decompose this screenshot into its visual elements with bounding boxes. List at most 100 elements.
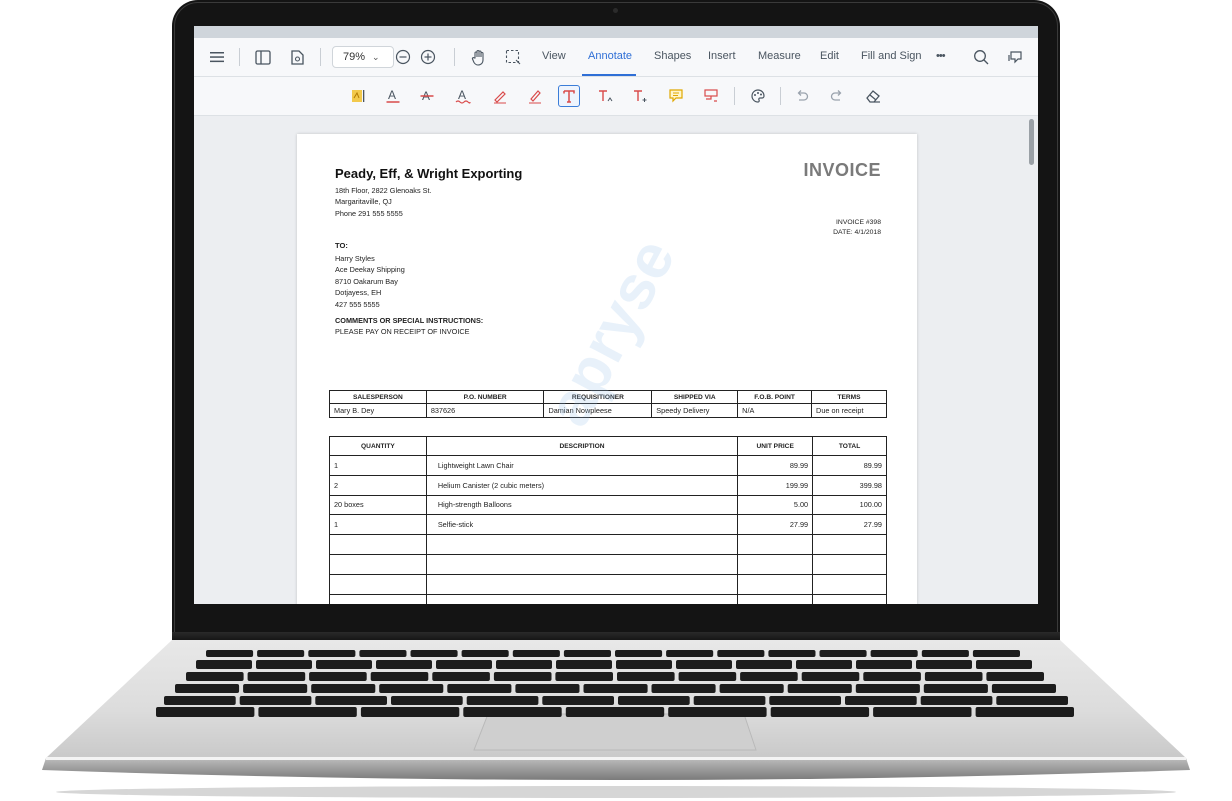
eraser-icon[interactable] [862,85,884,107]
column-header: SALESPERSON [329,390,427,404]
zoom-out-icon[interactable] [392,46,414,68]
table-cell [737,534,814,555]
keyboard-key [164,696,236,705]
invoice-date: DATE: 4/1/2018 [833,229,881,237]
table-row [329,553,887,575]
freehand-pen-icon[interactable] [489,85,511,107]
table-cell: Lightweight Lawn Chair [425,455,739,476]
strikeout-text-icon[interactable]: A [416,85,438,107]
more-options-icon[interactable]: ••• [936,50,946,62]
callout-icon[interactable] [700,85,722,107]
left-panel-icon[interactable] [252,46,274,68]
zoom-in-icon[interactable] [417,46,439,68]
table-cell: Due on receipt [811,403,887,418]
keyboard-key [736,660,792,669]
style-palette-icon[interactable] [747,85,769,107]
table-cell: 100.00 [812,494,887,516]
recipient-line: Dotjayess, EH [335,288,382,298]
insert-text-icon[interactable] [594,85,616,107]
column-header: REQUISITIONER [543,390,653,404]
marquee-select-icon[interactable] [502,46,524,68]
vertical-scrollbar[interactable] [1029,119,1034,165]
tab-view[interactable]: View [542,50,566,62]
invoice-number: INVOICE #398 [836,219,881,226]
keyboard-key [870,650,918,657]
search-icon[interactable] [970,46,992,68]
tab-annotate[interactable]: Annotate [588,50,632,62]
keyboard-key [239,696,312,705]
recipient-line: Harry Styles [335,254,375,263]
company-address: 18th Floor, 2822 Glenoaks St. Margaritav… [335,185,432,219]
main-toolbar: 79% ⌄ View Annotate Shapes Insert Measur… [194,38,1038,77]
table-cell: 27.99 [812,514,887,536]
keyboard-key [493,672,552,681]
tab-shapes[interactable]: Shapes [654,50,691,62]
keyboard-key [991,684,1056,693]
sticky-note-icon[interactable] [347,85,369,107]
keyboard-key [461,650,509,657]
replace-text-icon[interactable] [629,85,651,107]
table-cell: Selfie-stick [425,514,739,536]
keyboard-key [196,660,252,669]
redo-icon[interactable] [826,85,848,107]
keyboard-key [916,660,972,669]
keyboard-key [542,696,614,705]
table-cell: 20 boxes [329,494,427,516]
table-row: 1 Lightweight Lawn Chair 89.99 89.99 [329,455,887,476]
document-view-icon[interactable] [286,46,308,68]
table-cell: 89.99 [812,455,887,476]
table-cell: 2 [329,474,427,496]
tab-insert[interactable]: Insert [708,50,736,62]
table-cell: 1 [329,455,427,476]
table-cell: Damian Nowpleese [543,403,653,418]
table-cell [329,593,427,604]
keyboard-key [976,660,1032,669]
table-cell [329,573,427,595]
table-cell [812,534,887,555]
webcam [613,8,618,13]
undo-icon[interactable] [791,85,813,107]
annotation-toolbar: A A A [194,77,1038,116]
keyboard-key [512,650,560,657]
keyboard-key [924,672,983,681]
highlighter-icon[interactable] [524,85,546,107]
hamburger-menu-icon[interactable] [206,46,228,68]
keyboard-key [391,696,463,705]
keyboard-key [678,672,737,681]
recipient-line: 427 555 5555 [335,299,380,309]
keyboard-key [770,707,870,717]
line-items-body: 1 Lightweight Lawn Chair 89.99 89.99 2 Helium… [329,455,887,604]
tab-fill-and-sign[interactable]: Fill and Sign [861,50,922,62]
keyboard-key [819,650,867,657]
tab-edit[interactable]: Edit [820,50,839,62]
pan-hand-icon[interactable] [468,46,490,68]
keyboard-key [769,696,841,705]
column-header: TOTAL [812,436,887,456]
zoom-dropdown[interactable]: 79% ⌄ [332,46,394,68]
squiggly-text-icon[interactable]: A [452,85,474,107]
keyboard-key [359,650,407,657]
keyboard-deck-illustration [42,640,1190,798]
table-cell [329,534,427,555]
keyboard-key [186,672,244,681]
underline-text-icon[interactable]: A [382,85,404,107]
column-header: TERMS [811,390,887,404]
keyboard-key [668,707,767,717]
keyboard-key [693,696,766,705]
free-text-icon[interactable] [558,85,580,107]
column-header: P.O. NUMBER [425,390,545,404]
address-line: 18th Floor, 2822 Glenoaks St. [335,186,432,195]
keyboard-key [555,672,613,681]
chevron-down-icon: ⌄ [372,51,380,62]
toolbar-divider [780,87,781,105]
table-cell [812,593,887,604]
keyboard-key [175,684,240,693]
comments-panel-icon[interactable] [1004,46,1026,68]
column-header: UNIT PRICE [737,436,814,456]
table-cell [737,553,814,575]
comment-icon[interactable] [665,85,687,107]
keyboard-key [583,684,648,693]
tab-measure[interactable]: Measure [758,50,801,62]
keyboard-key [616,660,672,669]
keyboard-key [921,650,969,657]
